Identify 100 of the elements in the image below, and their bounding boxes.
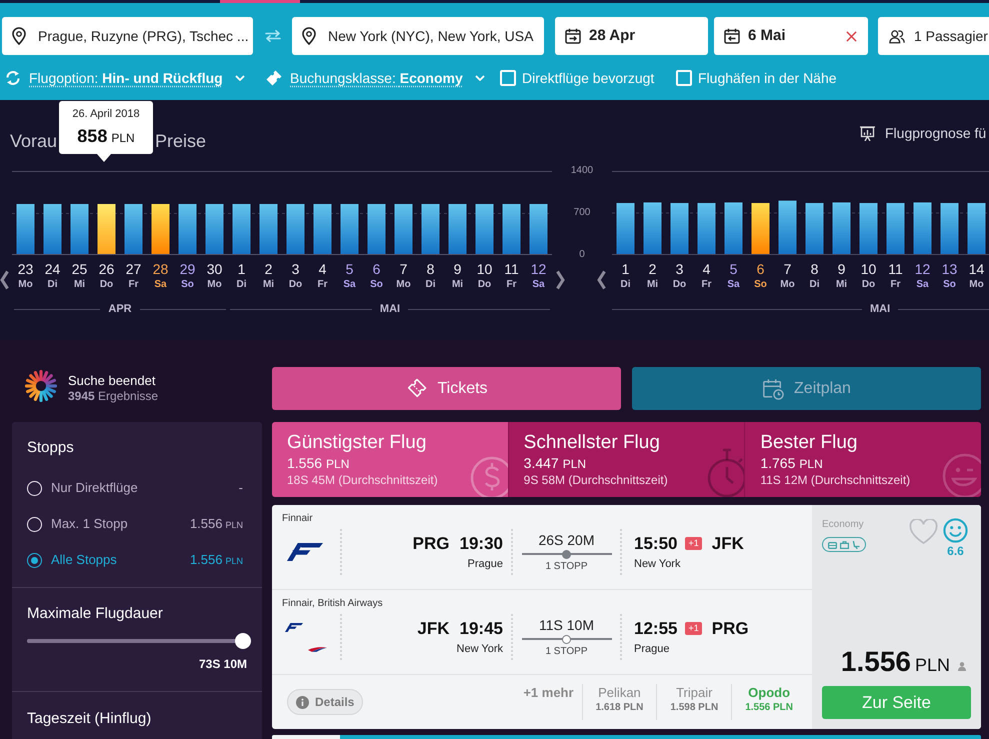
weekday-label: Di	[426, 278, 436, 292]
option-label[interactable]: Max. 1 Stopp	[51, 516, 128, 532]
day-number: 4	[702, 261, 710, 277]
day-number: 2	[648, 261, 656, 277]
checkbox-option[interactable]: Direktflüge bevorzugt	[500, 68, 654, 88]
seat-icon	[852, 540, 860, 548]
chevron-left-icon[interactable]	[0, 270, 9, 290]
option-price: 1.556 PLN	[190, 516, 243, 532]
view-tab[interactable]: Tickets	[272, 367, 621, 410]
weekday-label: Fr	[702, 278, 712, 292]
round-trip-icon	[5, 70, 21, 86]
airline-logo	[285, 543, 325, 561]
chevron-down-icon	[474, 75, 485, 81]
weekday-label: Di	[620, 278, 630, 292]
day-number: 14	[968, 261, 984, 277]
day-number: 25	[72, 261, 88, 277]
sort-tab[interactable]: Günstigster Flug 1.556 PLN 18S 45M (Durchschnittszeit)	[272, 422, 508, 497]
day-number: 26	[98, 261, 114, 277]
info-icon	[296, 696, 309, 708]
forecast-link[interactable]: Flugprognose fü	[860, 123, 989, 143]
day-number: 7	[784, 261, 792, 277]
day-number: 7	[400, 261, 408, 277]
chevron-right-icon[interactable]	[556, 270, 565, 290]
day-number: 30	[206, 261, 222, 277]
weekday-label: Do	[862, 278, 876, 292]
destination-field[interactable]: New York (NYC), New York, USA	[292, 17, 544, 55]
cabin-class-label: Economy	[822, 519, 864, 531]
weekday-label: So	[943, 278, 956, 292]
day-number: 12	[530, 261, 546, 277]
section-title: Vorau	[10, 131, 58, 151]
option-price: -	[238, 480, 243, 496]
provider-name[interactable]: Opodo	[748, 684, 790, 702]
day-number: 11	[888, 261, 903, 277]
day-number: 9	[454, 261, 462, 277]
option-label[interactable]: Alle Stopps	[51, 552, 117, 568]
origin-field[interactable]: Prague, Ruzyne (PRG), Tschec ...	[2, 17, 253, 55]
results-count: 3945 Ergebnisse	[68, 389, 158, 403]
day-number: 28	[152, 261, 168, 277]
weekday-label: Do	[100, 278, 114, 292]
arrival-time: 12:55	[634, 618, 678, 638]
cabin-class-dropdown[interactable]: Buchungsklasse: Economy	[266, 68, 485, 88]
chart-icon	[860, 126, 875, 140]
day-number: 12	[914, 261, 930, 277]
chevron-down-icon	[234, 75, 245, 81]
day-number: 27	[126, 261, 142, 277]
weekday-label: Mi	[262, 278, 274, 292]
smiley-icon	[943, 518, 968, 543]
airport-code: PRG	[412, 534, 450, 554]
sort-tab[interactable]: Schnellster Flug 3.447 PLN 9S 58M (Durchschnittszeit)	[508, 422, 744, 497]
provider-price: 1.618 PLN	[596, 702, 644, 714]
airline-logo	[285, 622, 303, 632]
slider-thumb[interactable]	[235, 633, 251, 649]
month-label: APR	[107, 302, 133, 316]
chevron-left-icon[interactable]	[597, 270, 606, 290]
weekday-label: Mi	[452, 278, 464, 292]
slider-track[interactable]	[27, 633, 251, 649]
briefcase-icon	[840, 540, 849, 548]
calendar-icon	[724, 28, 740, 44]
city-name: New York	[634, 556, 680, 570]
person-icon	[958, 662, 966, 671]
month-label: MAI	[378, 302, 402, 316]
day-number: 10	[476, 261, 492, 277]
checkbox[interactable]	[500, 70, 516, 86]
view-tab[interactable]: Zeitplan	[632, 367, 981, 410]
provider-price: 1.556 PLN	[745, 702, 793, 714]
pin-icon	[302, 27, 316, 45]
day-number: 3	[292, 261, 300, 277]
day-number: 5	[730, 261, 738, 277]
provider-name[interactable]: Tripair	[676, 684, 712, 702]
stops-label: 1 STOPP	[545, 560, 588, 572]
return-date-field[interactable]: 6 Mai	[714, 17, 868, 55]
weekday-label: Mo	[780, 278, 795, 292]
spinner-icon	[25, 370, 57, 402]
checkbox[interactable]	[676, 70, 692, 86]
airport-code: JFK	[712, 534, 744, 554]
airport-code: PRG	[712, 618, 749, 638]
provider-name[interactable]: Pelikan	[598, 684, 641, 702]
more-providers-link[interactable]: +1 mehr	[523, 684, 582, 702]
day-number: 1	[622, 261, 630, 277]
section-title: Preise	[155, 130, 206, 153]
departure-date-field[interactable]: 28 Apr	[555, 17, 708, 55]
option-label[interactable]: Nur Direktflüge	[51, 480, 138, 496]
weekday-label: Do	[478, 278, 492, 292]
day-number: 13	[942, 261, 958, 277]
radio-button[interactable]	[27, 552, 42, 568]
axis-label: 700	[572, 208, 592, 218]
weekday-label: Mo	[396, 278, 411, 292]
day-number: 4	[318, 261, 326, 277]
sort-tab[interactable]: Bester Flug 1.765 PLN 11S 12M (Durchschnittszeit)	[744, 422, 981, 497]
checkbox-option[interactable]: Flughäfen in der Nähe	[676, 68, 837, 88]
filter-title: Tageszeit (Hinflug)	[27, 710, 152, 728]
close-icon[interactable]	[846, 30, 857, 42]
trip-type-dropdown[interactable]: Flugoption: Hin- und Rückflug	[5, 68, 245, 88]
ticket-icon	[266, 70, 282, 86]
details-button[interactable]: Details	[287, 689, 364, 715]
weekday-label: Sa	[343, 278, 356, 292]
weekday-label: Mo	[18, 278, 33, 292]
calendar-clock-icon	[762, 378, 784, 400]
passengers-field[interactable]: 1 Passagier	[878, 17, 989, 55]
go-to-site-button[interactable]: Zur Seite	[822, 686, 971, 719]
